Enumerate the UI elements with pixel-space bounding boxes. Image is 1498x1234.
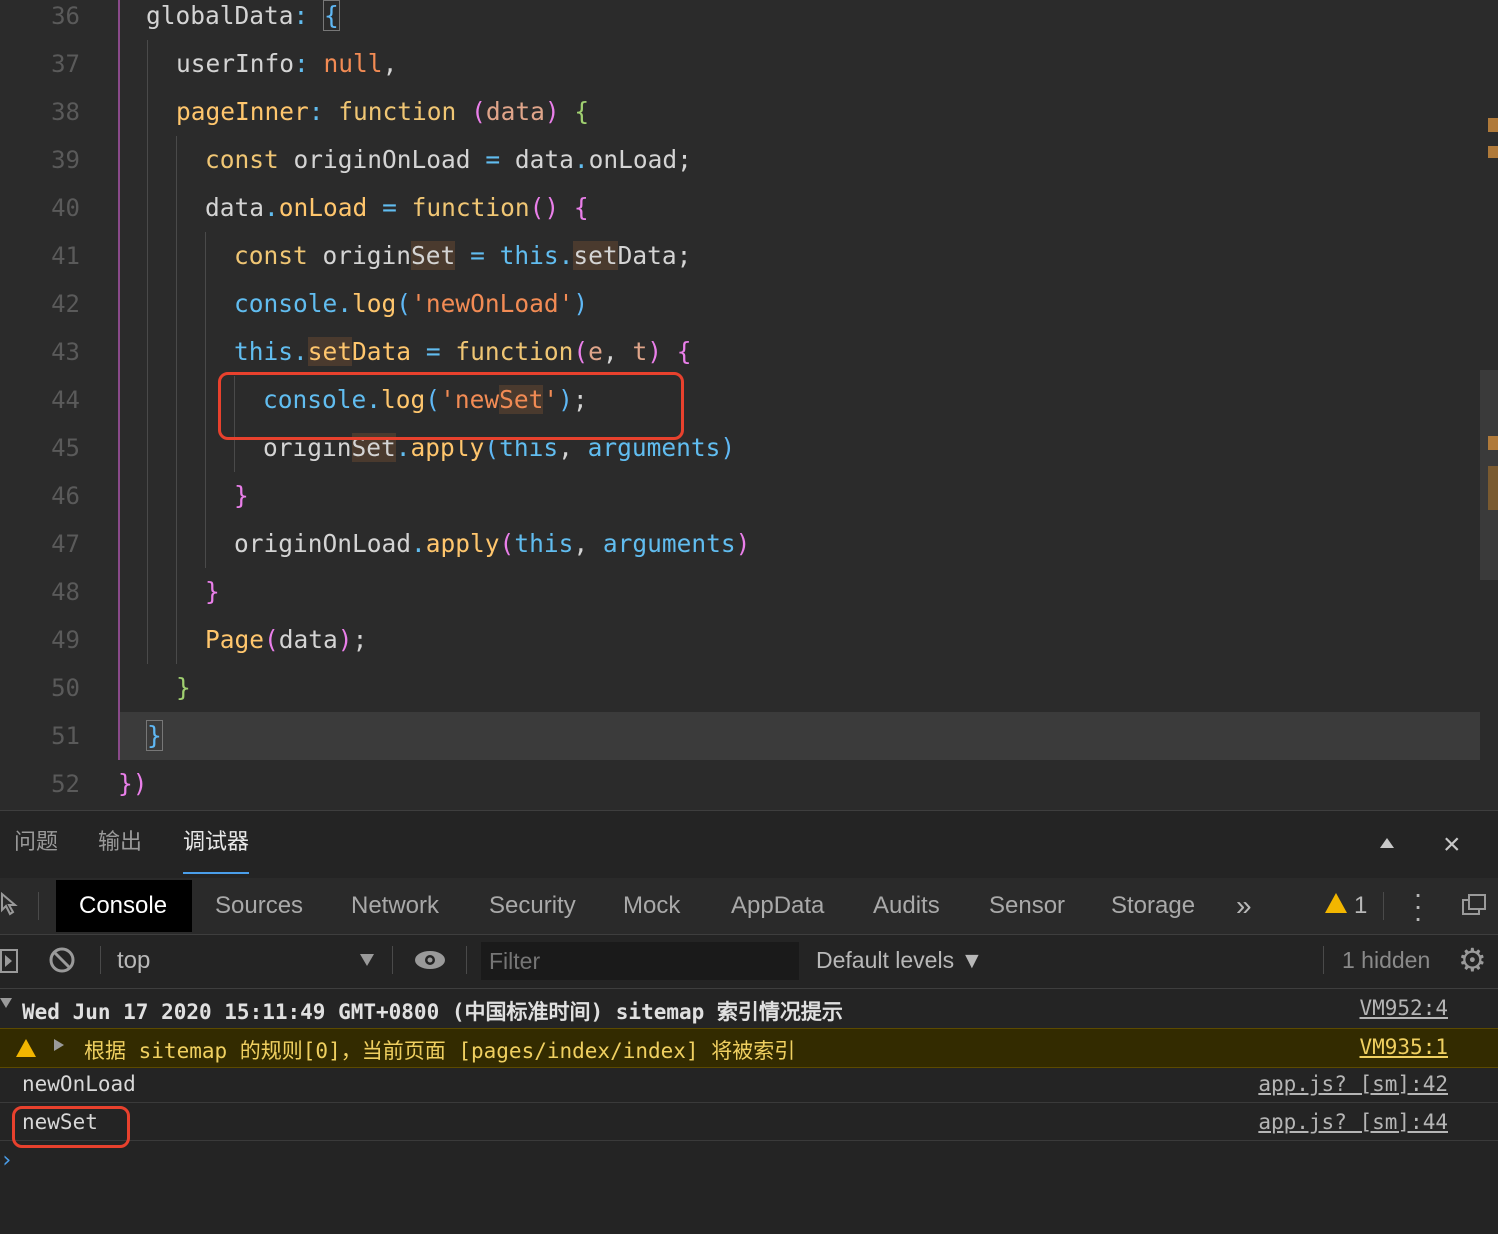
toolbar-divider [1323, 946, 1324, 974]
tab-output[interactable]: 输出 [98, 824, 142, 856]
tab-problems[interactable]: 问题 [14, 824, 58, 856]
log-text: newOnLoad [22, 1072, 136, 1096]
source-link[interactable]: VM952:4 [1359, 996, 1448, 1020]
annotation-box-console [12, 1106, 130, 1148]
toolbar-divider [466, 946, 467, 974]
code-line-39[interactable]: const originOnLoad = data.onLoad; [205, 144, 692, 192]
tab-mock[interactable]: Mock [623, 892, 680, 920]
code-line-42[interactable]: console.log('newOnLoad') [234, 288, 588, 336]
line-number: 43 [51, 338, 80, 366]
line-number: 37 [51, 50, 80, 78]
code-line-37[interactable]: userInfo: null, [176, 48, 397, 96]
panel-divider [0, 810, 1498, 811]
tab-sensor[interactable]: Sensor [989, 892, 1065, 920]
code-line-49[interactable]: Page(data); [205, 624, 367, 672]
code-line-47[interactable]: originOnLoad.apply(this, arguments) [234, 528, 750, 576]
line-number: 44 [51, 386, 80, 414]
indent-guide [205, 232, 206, 568]
current-line-highlight [118, 712, 1480, 760]
indent-guide [176, 136, 177, 664]
tab-network[interactable]: Network [351, 892, 439, 920]
toolbar-divider [1383, 892, 1384, 920]
clear-console-icon[interactable] [48, 946, 76, 974]
line-number: 51 [51, 722, 80, 750]
warning-text: 根据 sitemap 的规则[0]，当前页面 [pages/index/inde… [84, 1039, 796, 1063]
code-line-46[interactable]: } [234, 480, 249, 528]
expand-icon[interactable] [54, 1039, 64, 1051]
code-line-52[interactable]: }) [118, 768, 148, 810]
hidden-count: 1 hidden [1342, 947, 1431, 973]
console-group-row[interactable]: Wed Jun 17 2020 15:11:49 GMT+0800 (中国标准时… [0, 990, 1498, 1028]
indent-guide [118, 0, 120, 760]
context-selector[interactable]: top [117, 947, 150, 975]
console-warning-row[interactable]: 根据 sitemap 的规则[0]，当前页面 [pages/index/inde… [0, 1028, 1498, 1068]
inspect-element-icon[interactable] [0, 891, 22, 918]
line-number: 47 [51, 530, 80, 558]
tab-sources[interactable]: Sources [215, 892, 303, 920]
console-prompt-icon[interactable]: › [0, 1148, 13, 1173]
indent-guide [147, 40, 148, 664]
warning-icon[interactable] [1325, 893, 1347, 913]
code-line-41[interactable]: const originSet = this.setData; [234, 240, 691, 288]
line-number: 52 [51, 770, 80, 798]
source-link[interactable]: VM935:1 [1359, 1035, 1448, 1059]
toolbar-divider [100, 946, 101, 974]
eye-icon[interactable] [413, 948, 447, 972]
tab-appdata[interactable]: AppData [731, 892, 824, 920]
code-line-40[interactable]: data.onLoad = function() { [205, 192, 589, 240]
code-editor[interactable]: 36 37 38 39 40 41 42 43 44 45 46 47 48 49 50 51 52 globa… [0, 0, 1498, 810]
warning-icon [16, 1039, 36, 1057]
active-tab-indicator [183, 872, 249, 874]
toolbar-divider [0, 988, 1498, 989]
line-number: 38 [51, 98, 80, 126]
tab-audits[interactable]: Audits [873, 892, 940, 920]
maximize-panel-icon[interactable] [1380, 838, 1394, 848]
source-link[interactable]: app.js? [sm]:42 [1258, 1072, 1448, 1096]
settings-gear-icon[interactable]: ⚙ [1458, 944, 1487, 976]
kebab-menu-icon[interactable]: · · · [1408, 880, 1428, 932]
code-line-38[interactable]: pageInner: function (data) { [176, 96, 589, 144]
code-line-36[interactable]: globalData: { [146, 0, 340, 48]
tab-console[interactable]: Console [79, 892, 167, 920]
line-number: 50 [51, 674, 80, 702]
code-line-48[interactable]: } [205, 576, 220, 624]
context-dropdown-icon[interactable] [360, 954, 374, 966]
scrollbar-marker [1488, 146, 1498, 158]
console-log-row[interactable]: newOnLoad app.js? [sm]:42 [0, 1066, 1498, 1103]
scrollbar-marker [1488, 466, 1498, 510]
code-line-50[interactable]: } [176, 672, 191, 720]
tab-debugger[interactable]: 调试器 [183, 824, 249, 856]
scrollbar-marker [1488, 436, 1498, 450]
source-link[interactable]: app.js? [sm]:44 [1258, 1110, 1448, 1134]
toolbar-divider [38, 892, 39, 920]
warning-count[interactable]: 1 [1354, 892, 1367, 920]
toolbar-divider [0, 934, 1498, 935]
console-log-row[interactable]: newSet app.js? [sm]:44 [0, 1104, 1498, 1141]
more-tabs-icon[interactable]: » [1236, 890, 1252, 922]
line-number: 45 [51, 434, 80, 462]
scrollbar-marker [1488, 118, 1498, 132]
line-number: 42 [51, 290, 80, 318]
line-number: 36 [51, 2, 80, 30]
line-number: 46 [51, 482, 80, 510]
line-number: 48 [51, 578, 80, 606]
undock-icon[interactable] [1462, 894, 1486, 916]
line-number: 39 [51, 146, 80, 174]
collapse-icon[interactable] [0, 998, 12, 1008]
filter-input[interactable] [481, 942, 799, 980]
close-panel-icon[interactable]: × [1443, 830, 1461, 860]
log-levels-dropdown[interactable]: Default levels ▼ [816, 947, 983, 974]
sidebar-toggle-icon[interactable] [0, 948, 20, 974]
tab-security[interactable]: Security [489, 892, 576, 920]
line-number: 40 [51, 194, 80, 222]
code-line-51[interactable]: } [146, 720, 163, 768]
annotation-box-code [218, 372, 684, 440]
line-number: 41 [51, 242, 80, 270]
toolbar-divider [392, 946, 393, 974]
console-group-text: Wed Jun 17 2020 15:11:49 GMT+0800 (中国标准时… [22, 1000, 843, 1024]
line-number: 49 [51, 626, 80, 654]
tab-storage[interactable]: Storage [1111, 892, 1195, 920]
